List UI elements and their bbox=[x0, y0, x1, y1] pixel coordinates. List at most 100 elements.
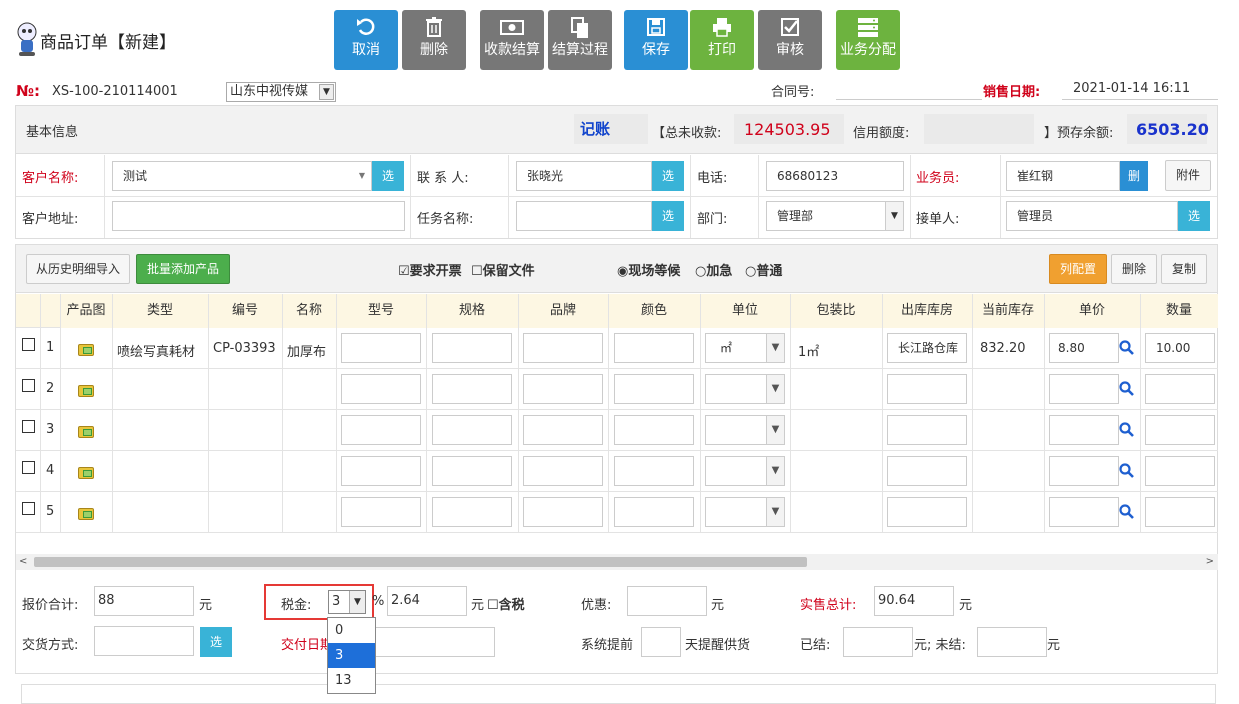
incl-tax-checkbox[interactable]: ☐含税 bbox=[487, 594, 525, 613]
discount-input[interactable] bbox=[627, 586, 707, 616]
row-text-input[interactable] bbox=[614, 415, 694, 445]
contact-select-button[interactable]: 选 bbox=[652, 161, 684, 191]
row-text-input[interactable] bbox=[341, 415, 421, 445]
row-checkbox[interactable] bbox=[22, 420, 35, 433]
folder-image-icon[interactable] bbox=[78, 426, 94, 438]
row-text-input[interactable] bbox=[341, 333, 421, 363]
company-select[interactable]: 山东中视传媒 ▼ bbox=[226, 82, 336, 102]
import-history-button[interactable]: 从历史明细导入 bbox=[26, 254, 130, 284]
row-text-input[interactable] bbox=[523, 415, 603, 445]
quantity-input[interactable] bbox=[1145, 374, 1215, 404]
approve-button[interactable]: 审核 bbox=[758, 10, 822, 70]
invoice-checkbox[interactable]: ☑要求开票 bbox=[398, 260, 462, 279]
row-text-input[interactable] bbox=[341, 497, 421, 527]
quantity-input[interactable] bbox=[1145, 415, 1215, 445]
tax-select[interactable]: 3 ▼ bbox=[328, 590, 366, 614]
attachment-button[interactable]: 附件 bbox=[1165, 160, 1211, 191]
row-copy-button[interactable]: 复制 bbox=[1161, 254, 1207, 284]
priority-radio-urgent[interactable]: ○加急 bbox=[695, 260, 732, 279]
row-text-input[interactable] bbox=[523, 374, 603, 404]
remind-days-input[interactable] bbox=[641, 627, 681, 657]
quantity-input[interactable]: 10.00 bbox=[1145, 333, 1215, 363]
row-text-input[interactable] bbox=[614, 456, 694, 486]
delete-button[interactable]: 删除 bbox=[402, 10, 466, 70]
search-icon[interactable] bbox=[1119, 340, 1135, 360]
price-input[interactable] bbox=[1049, 374, 1119, 404]
unit-select[interactable]: ▼ bbox=[705, 497, 785, 527]
delivery-input[interactable] bbox=[94, 626, 194, 656]
unit-select[interactable]: ▼ bbox=[705, 456, 785, 486]
keepfile-checkbox[interactable]: ☐保留文件 bbox=[471, 260, 535, 279]
customer-select[interactable]: 测试 ▼ bbox=[112, 161, 372, 191]
save-button[interactable]: 保存 bbox=[624, 10, 688, 70]
warehouse-input[interactable] bbox=[887, 374, 967, 404]
row-text-input[interactable] bbox=[432, 374, 512, 404]
row-text-input[interactable] bbox=[614, 333, 694, 363]
row-text-input[interactable] bbox=[523, 333, 603, 363]
folder-image-icon[interactable] bbox=[78, 344, 94, 356]
address-input[interactable] bbox=[112, 201, 405, 231]
warehouse-input[interactable] bbox=[887, 415, 967, 445]
folder-image-icon[interactable] bbox=[78, 385, 94, 397]
print-button[interactable]: 打印 bbox=[690, 10, 754, 70]
customer-select-button[interactable]: 选 bbox=[372, 161, 404, 191]
cancel-button[interactable]: 取消 bbox=[334, 10, 398, 70]
horizontal-scrollbar[interactable]: < > bbox=[16, 554, 1218, 570]
task-input[interactable] bbox=[516, 201, 652, 231]
priority-radio-normal[interactable]: ○普通 bbox=[745, 260, 782, 279]
price-input[interactable] bbox=[1049, 497, 1119, 527]
receiver-input[interactable]: 管理员 bbox=[1006, 201, 1178, 231]
contract-input[interactable] bbox=[836, 80, 982, 100]
row-text-input[interactable] bbox=[523, 456, 603, 486]
task-select-button[interactable]: 选 bbox=[652, 201, 684, 231]
quantity-input[interactable] bbox=[1145, 497, 1215, 527]
folder-image-icon[interactable] bbox=[78, 508, 94, 520]
unsettled-input[interactable] bbox=[977, 627, 1047, 657]
delivery-select-button[interactable]: 选 bbox=[200, 627, 232, 657]
due-date-input[interactable] bbox=[370, 627, 495, 657]
scroll-right-icon[interactable]: > bbox=[1206, 554, 1214, 570]
search-icon[interactable] bbox=[1119, 422, 1135, 442]
unit-select[interactable]: ▼ bbox=[705, 374, 785, 404]
scroll-left-icon[interactable]: < bbox=[19, 554, 27, 570]
sale-total-input[interactable]: 90.64 bbox=[874, 586, 954, 616]
row-checkbox[interactable] bbox=[22, 502, 35, 515]
row-text-input[interactable] bbox=[614, 497, 694, 527]
tax-option[interactable]: 13 bbox=[328, 668, 375, 693]
search-icon[interactable] bbox=[1119, 504, 1135, 524]
phone-input[interactable]: 68680123 bbox=[766, 161, 904, 191]
folder-image-icon[interactable] bbox=[78, 467, 94, 479]
unit-select[interactable]: ▼ bbox=[705, 415, 785, 445]
settled-input[interactable] bbox=[843, 627, 913, 657]
batch-add-button[interactable]: 批量添加产品 bbox=[136, 254, 230, 284]
sales-delete-button[interactable]: 删 bbox=[1120, 161, 1148, 191]
search-icon[interactable] bbox=[1119, 463, 1135, 483]
business-assign-button[interactable]: 业务分配 bbox=[836, 10, 900, 70]
scrollbar-thumb[interactable] bbox=[34, 557, 807, 567]
quote-total-input[interactable]: 88 bbox=[94, 586, 194, 616]
row-text-input[interactable] bbox=[432, 415, 512, 445]
row-text-input[interactable] bbox=[523, 497, 603, 527]
unit-select[interactable]: ㎡ ▼ bbox=[705, 333, 785, 363]
tax-dropdown-list[interactable]: 0 3 13 bbox=[327, 617, 376, 694]
price-input[interactable] bbox=[1049, 456, 1119, 486]
row-text-input[interactable] bbox=[432, 333, 512, 363]
tax-amount-input[interactable]: 2.64 bbox=[387, 586, 467, 616]
row-checkbox[interactable] bbox=[22, 338, 35, 351]
row-text-input[interactable] bbox=[614, 374, 694, 404]
price-input[interactable] bbox=[1049, 415, 1119, 445]
row-text-input[interactable] bbox=[432, 497, 512, 527]
contact-input[interactable]: 张晓光 bbox=[516, 161, 652, 191]
settle-process-button[interactable]: 结算过程 bbox=[548, 10, 612, 70]
row-text-input[interactable] bbox=[341, 456, 421, 486]
row-checkbox[interactable] bbox=[22, 379, 35, 392]
price-input[interactable]: 8.80 bbox=[1049, 333, 1119, 363]
row-checkbox[interactable] bbox=[22, 461, 35, 474]
row-delete-button[interactable]: 删除 bbox=[1111, 254, 1157, 284]
payment-settle-button[interactable]: 收款结算 bbox=[480, 10, 544, 70]
tax-option-selected[interactable]: 3 bbox=[328, 643, 375, 668]
dept-select[interactable]: 管理部 ▼ bbox=[766, 201, 904, 231]
warehouse-input[interactable] bbox=[887, 497, 967, 527]
sales-input[interactable]: 崔红钢 bbox=[1006, 161, 1120, 191]
row-text-input[interactable] bbox=[341, 374, 421, 404]
